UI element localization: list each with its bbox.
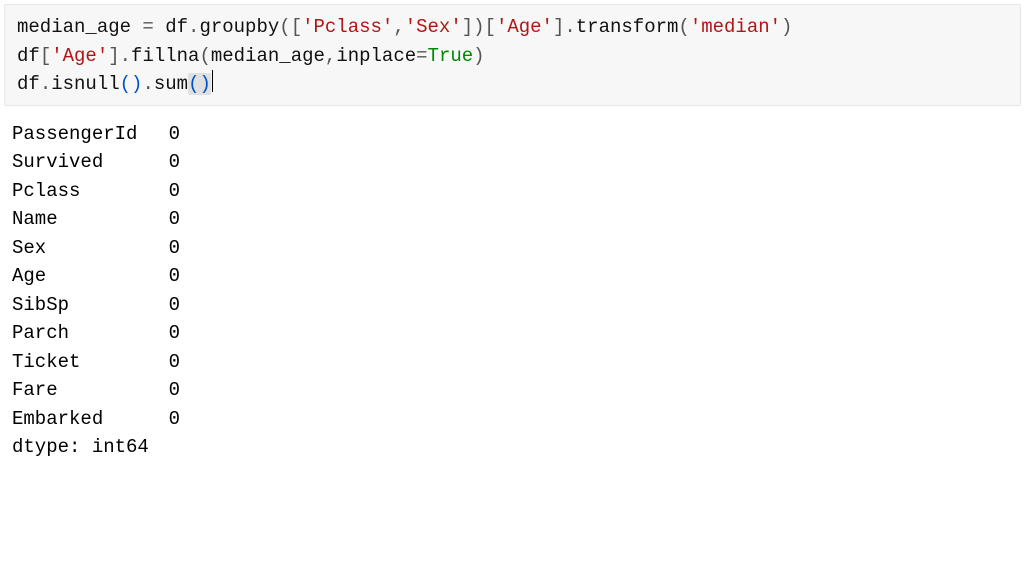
code-token: ( (188, 73, 199, 95)
code-token: . (40, 73, 51, 95)
output-label: Parch (12, 319, 160, 348)
code-token: inplace (336, 45, 416, 67)
output-label: PassengerId (12, 120, 160, 149)
output-label: Ticket (12, 348, 160, 377)
code-line-2[interactable]: df['Age'].fillna(median_age,inplace=True… (17, 42, 1008, 71)
output-row: Fare0 (12, 376, 1013, 405)
code-token: , (325, 45, 336, 67)
output-row: Age0 (12, 262, 1013, 291)
code-token: df (17, 45, 40, 67)
output-value: 0 (160, 177, 180, 206)
output-value: 0 (160, 405, 180, 434)
code-token: . (564, 16, 575, 38)
output-label: Fare (12, 376, 160, 405)
output-row: SibSp0 (12, 291, 1013, 320)
code-token: ) (131, 73, 142, 95)
code-token: transform (576, 16, 679, 38)
output-value: 0 (160, 120, 180, 149)
code-token: ) (473, 16, 484, 38)
code-token-string: 'Age' (496, 16, 553, 38)
output-area: PassengerId0Survived0Pclass0Name0Sex0Age… (0, 106, 1025, 462)
code-token: ) (473, 45, 484, 67)
code-token: , (393, 16, 404, 38)
code-token: . (188, 16, 199, 38)
code-token: [ (40, 45, 51, 67)
output-value: 0 (160, 319, 180, 348)
code-token: ( (199, 45, 210, 67)
code-token: sum (154, 73, 188, 95)
code-token-string: 'Sex' (405, 16, 462, 38)
output-row: PassengerId0 (12, 120, 1013, 149)
output-value: 0 (160, 234, 180, 263)
output-value: 0 (160, 291, 180, 320)
output-label: Name (12, 205, 160, 234)
output-label: Age (12, 262, 160, 291)
text-cursor (212, 70, 213, 92)
output-value: 0 (160, 348, 180, 377)
code-token: ) (781, 16, 792, 38)
code-token-string: 'Pclass' (302, 16, 393, 38)
output-row: Survived0 (12, 148, 1013, 177)
code-token: groupby (199, 16, 279, 38)
output-value: 0 (160, 148, 180, 177)
code-token: ] (553, 16, 564, 38)
code-token: isnull (51, 73, 119, 95)
output-row: Ticket0 (12, 348, 1013, 377)
code-token: fillna (131, 45, 199, 67)
output-row: Pclass0 (12, 177, 1013, 206)
output-dtype: dtype: int64 (12, 433, 1013, 462)
code-token: median_age (17, 16, 142, 38)
output-label: Pclass (12, 177, 160, 206)
code-token: ( (678, 16, 689, 38)
code-line-3[interactable]: df.isnull().sum() (17, 70, 1008, 99)
output-value: 0 (160, 376, 180, 405)
code-token: ] (108, 45, 119, 67)
code-token: df (165, 16, 188, 38)
code-token: [ (291, 16, 302, 38)
output-value: 0 (160, 205, 180, 234)
code-token: = (416, 45, 427, 67)
output-label: Sex (12, 234, 160, 263)
code-token: . (142, 73, 153, 95)
output-value: 0 (160, 262, 180, 291)
code-token: = (142, 16, 165, 38)
code-token: median_age (211, 45, 325, 67)
code-token-keyword: True (428, 45, 474, 67)
code-token: ) (199, 73, 210, 95)
code-token: ] (462, 16, 473, 38)
output-label: SibSp (12, 291, 160, 320)
output-row: Parch0 (12, 319, 1013, 348)
code-token-string: 'Age' (51, 45, 108, 67)
code-line-1[interactable]: median_age = df.groupby(['Pclass','Sex']… (17, 13, 1008, 42)
output-row: Sex0 (12, 234, 1013, 263)
output-row: Embarked0 (12, 405, 1013, 434)
code-token: df (17, 73, 40, 95)
code-token: . (120, 45, 131, 67)
code-token: ( (120, 73, 131, 95)
output-label: Embarked (12, 405, 160, 434)
output-row: Name0 (12, 205, 1013, 234)
code-token: [ (485, 16, 496, 38)
code-token-string: 'median' (690, 16, 781, 38)
code-token: ( (279, 16, 290, 38)
output-label: Survived (12, 148, 160, 177)
code-cell[interactable]: median_age = df.groupby(['Pclass','Sex']… (4, 4, 1021, 106)
